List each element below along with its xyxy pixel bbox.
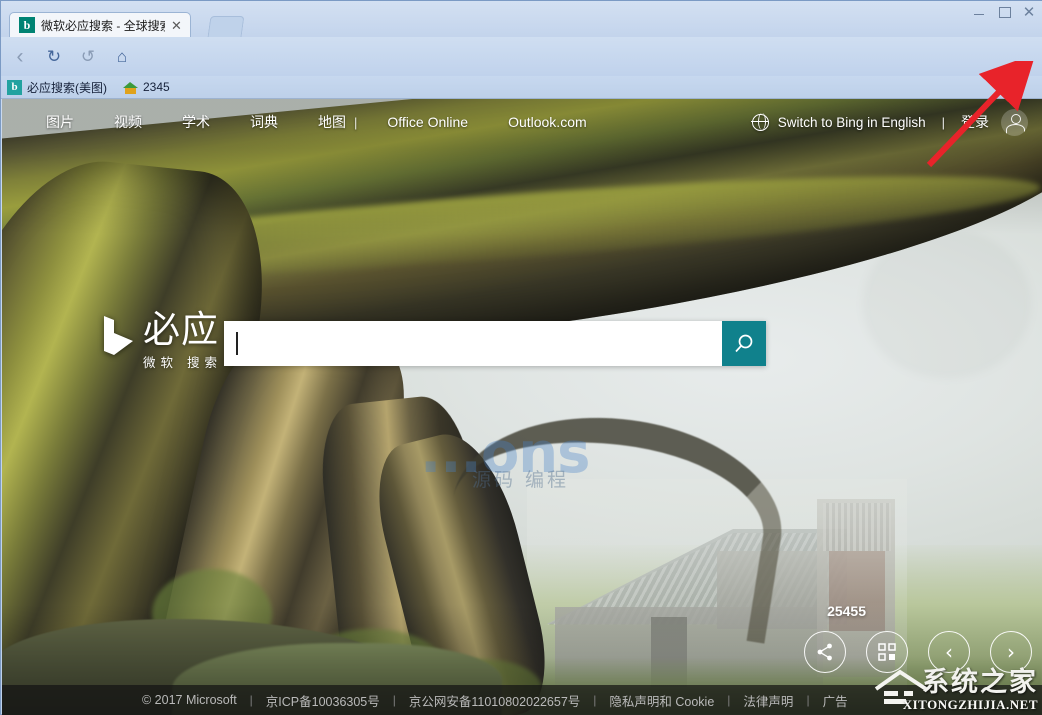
- 2345-home-icon: [123, 80, 138, 95]
- bing-logo-text: 必应 微软 搜索: [143, 311, 222, 371]
- bing-logo-mark-icon: [102, 315, 136, 371]
- text-cursor: [236, 332, 238, 355]
- nav-link-dict[interactable]: 词典: [250, 112, 278, 132]
- footer-divider: |: [392, 693, 396, 707]
- nav-right-divider: |: [941, 114, 945, 130]
- footer-link-privacy[interactable]: 隐私声明和 Cookie: [609, 691, 714, 710]
- stop-icon[interactable]: ↺: [73, 42, 103, 72]
- bookmark-bar: b 必应搜索(美图) 2345: [1, 76, 1042, 99]
- bing-top-nav: 图片 视频 学术 词典 地图 | Office Online Outlook.c…: [2, 99, 1042, 145]
- nav-link-academic[interactable]: 学术: [182, 112, 210, 132]
- grid-apps-icon[interactable]: [866, 631, 908, 673]
- sign-in-link[interactable]: 登录: [961, 112, 989, 132]
- minimize-button[interactable]: [971, 4, 987, 20]
- footer-link-icp[interactable]: 京ICP备10036305号: [266, 691, 380, 710]
- tab-strip: b 微软必应搜索 - 全球搜索 ✕ ✕: [1, 1, 1042, 37]
- browser-tab[interactable]: b 微软必应搜索 - 全球搜索 ✕: [9, 12, 191, 37]
- tab-close-icon[interactable]: ✕: [171, 19, 182, 32]
- switch-to-english-link[interactable]: Switch to Bing in English: [778, 115, 926, 130]
- next-glyph: ›: [1007, 640, 1015, 664]
- bing-background-photo: [2, 99, 1042, 715]
- bookmark-label: 2345: [143, 80, 170, 94]
- back-icon[interactable]: ‹: [5, 42, 35, 72]
- footer-copyright: © 2017 Microsoft: [142, 693, 237, 707]
- bing-logo[interactable]: 必应 微软 搜索: [102, 311, 222, 371]
- nav-divider: |: [354, 114, 358, 130]
- image-counter: 25455: [827, 603, 866, 619]
- bing-bookmark-icon: b: [7, 79, 22, 95]
- browser-window: b 微软必应搜索 - 全球搜索 ✕ ✕ ‹ ↻ ↺ ⌂ cn.bing.com …: [0, 0, 1042, 715]
- bookmark-item-2345[interactable]: 2345: [123, 80, 170, 95]
- share-icon[interactable]: [804, 631, 846, 673]
- prev-glyph: ‹: [945, 640, 953, 664]
- nav-link-outlook[interactable]: Outlook.com: [508, 114, 587, 130]
- footer-link-security[interactable]: 京公网安备11010802022657号: [409, 691, 580, 710]
- search-input[interactable]: [224, 321, 722, 366]
- footer-link-legal[interactable]: 法律声明: [743, 691, 793, 710]
- chevron-right-icon[interactable]: ›: [990, 631, 1032, 673]
- footer-divider: |: [727, 693, 731, 707]
- bing-logo-subtitle: 微软 搜索: [143, 354, 222, 370]
- window-controls: ✕: [971, 3, 1037, 21]
- footer-divider: |: [806, 693, 810, 707]
- bookmark-item-bing[interactable]: b 必应搜索(美图): [7, 79, 107, 96]
- bing-image-controls: ‹ ›: [804, 631, 1032, 673]
- nav-link-images[interactable]: 图片: [46, 112, 74, 132]
- footer-link-ads[interactable]: 广告: [823, 691, 848, 710]
- page-viewport: 图片 视频 学术 词典 地图 | Office Online Outlook.c…: [2, 99, 1042, 715]
- search-button[interactable]: [722, 321, 766, 366]
- home-icon[interactable]: ⌂: [107, 42, 137, 72]
- nav-link-office-online[interactable]: Office Online: [387, 114, 468, 130]
- browser-toolbar: ‹ ↻ ↺ ⌂ cn.bing.com ★: [1, 37, 1042, 106]
- search-magnifier-icon: [733, 333, 755, 355]
- search-box[interactable]: [224, 321, 766, 366]
- footer-divider: |: [249, 693, 253, 707]
- person-avatar-icon[interactable]: [1001, 108, 1028, 136]
- footer-divider: |: [593, 693, 597, 707]
- close-window-button[interactable]: ✕: [1021, 4, 1037, 20]
- bookmark-label: 必应搜索(美图): [27, 80, 107, 95]
- tab-title: 微软必应搜索 - 全球搜索: [41, 18, 165, 33]
- maximize-button[interactable]: [996, 4, 1012, 20]
- nav-link-maps[interactable]: 地图: [318, 112, 346, 132]
- chevron-left-icon[interactable]: ‹: [928, 631, 970, 673]
- bing-logo-name: 必应: [143, 308, 219, 351]
- bing-nav-right-group: Switch to Bing in English | 登录: [751, 99, 1028, 145]
- globe-icon: [751, 113, 769, 131]
- new-tab-button[interactable]: [207, 16, 245, 37]
- bing-favicon-icon: b: [19, 17, 35, 33]
- watermark-logo-glyph: [872, 669, 930, 711]
- bing-nav-left-group: 图片 视频 学术 词典 地图 | Office Online Outlook.c…: [2, 112, 587, 132]
- reload-icon[interactable]: ↻: [39, 42, 69, 72]
- nav-link-videos[interactable]: 视频: [114, 112, 142, 132]
